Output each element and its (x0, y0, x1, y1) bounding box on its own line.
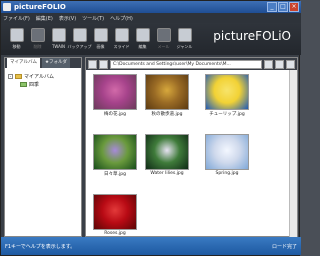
tab-folder[interactable]: ★フォルダ (41, 58, 71, 68)
thumbnail-filename: 梅の花.jpg (104, 112, 126, 117)
window-controls: _ □ × (267, 2, 299, 12)
tool-label: ジャンル (176, 44, 193, 49)
tool-label: 画像 (96, 44, 105, 49)
app-icon (3, 3, 11, 11)
thumbnail-image (145, 134, 189, 170)
tool-image-button[interactable]: 画像 (91, 26, 110, 52)
window-title: pictureFOLIO (14, 3, 66, 11)
slideshow-icon (114, 28, 129, 42)
thumbnail-item[interactable]: Roses.jpg (92, 194, 138, 236)
minimize-icon[interactable]: _ (267, 2, 277, 12)
tool-label: スライド (113, 44, 130, 49)
maximize-icon[interactable]: □ (278, 2, 288, 12)
tree-root-item[interactable]: - マイアルバム (8, 72, 78, 80)
thumbnail-panel: C:\Documents and Settings\user\My Docume… (85, 57, 299, 238)
remove-icon[interactable] (275, 59, 284, 69)
thumbnail-item[interactable]: 梅の花.jpg (92, 74, 138, 117)
status-text: F1キーでヘルプを表示します。 (5, 243, 76, 250)
close-icon[interactable]: × (289, 2, 299, 12)
genre-icon (177, 28, 192, 42)
thumbnail-image (205, 134, 249, 170)
delete-icon (30, 28, 45, 42)
mail-icon (156, 28, 171, 42)
thumbnail-item[interactable]: Spring.jpg (204, 134, 250, 176)
thumbnail-image (93, 134, 137, 170)
thumbnail-toolbar: C:\Documents and Settings\user\My Docume… (86, 58, 297, 70)
settings-icon[interactable] (286, 59, 295, 69)
view-list-icon[interactable] (99, 59, 108, 69)
album-panel: マイアルバム ★フォルダ - マイアルバム 四季 (4, 57, 82, 237)
status-bar: F1キーでヘルプを表示します。 ロード完了 (1, 237, 301, 255)
thumbnail-filename: Water lilies.jpg (150, 171, 184, 176)
tool-label: 編集 (138, 44, 147, 49)
thumbnail-filename: 秋の散歩道.jpg (151, 112, 183, 117)
thumbnail-filename: Roses.jpg (104, 231, 126, 236)
tool-label: 削除 (33, 44, 42, 49)
thumbnail-image (205, 74, 249, 110)
view-grid-icon[interactable] (88, 59, 97, 69)
thumbnail-item[interactable]: チューリップ.jpg (204, 74, 250, 117)
tool-backup-button[interactable]: バックアップ (67, 26, 92, 52)
thumbnail-filename: Spring.jpg (215, 171, 239, 176)
thumbnail-image (93, 194, 137, 230)
title-bar: pictureFOLIO _ □ × (1, 1, 301, 13)
tool-label: 移動 (12, 44, 21, 49)
thumbnail-image (93, 74, 137, 110)
menu-view[interactable]: 表示(V) (59, 15, 76, 22)
app-window: pictureFOLIO _ □ × ファイル(F) 編集(E) 表示(V) ツ… (0, 0, 301, 256)
menu-tools[interactable]: ツール(T) (82, 15, 104, 22)
tab-my-album[interactable]: マイアルバム (7, 58, 40, 68)
status-right: ロード完了 (271, 243, 297, 250)
thumbnail-filename: チューリップ.jpg (209, 112, 245, 117)
edit-icon (135, 28, 150, 42)
tool-label: バックアップ (67, 44, 92, 49)
thumbnail-grid: 梅の花.jpg 秋の散歩道.jpg チューリップ.jpg 日々草.jpg Wat… (86, 70, 299, 238)
tool-slide-button[interactable]: スライド (112, 26, 131, 52)
tree-child-item[interactable]: 四季 (8, 80, 78, 88)
tool-move-button[interactable]: 移動 (7, 26, 26, 52)
menu-help[interactable]: ヘルプ(H) (110, 15, 133, 22)
folder-icon (15, 73, 22, 79)
path-display: C:\Documents and Settings\user\My Docume… (110, 59, 262, 69)
add-icon[interactable] (264, 59, 273, 69)
album-tree: - マイアルバム 四季 (5, 68, 81, 92)
menu-file[interactable]: ファイル(F) (3, 15, 30, 22)
brand-logo: pictureFOLiO (213, 29, 291, 43)
tree-root-label: マイアルバム (24, 73, 54, 80)
collapse-icon[interactable]: - (8, 73, 13, 79)
move-icon (9, 28, 24, 42)
thumbnail-item[interactable]: 秋の散歩道.jpg (144, 74, 190, 117)
menu-bar: ファイル(F) 編集(E) 表示(V) ツール(T) ヘルプ(H) (1, 13, 301, 23)
thumbnail-item[interactable]: Water lilies.jpg (144, 134, 190, 176)
thumbnail-image (145, 74, 189, 110)
tool-edit-button[interactable]: 編集 (133, 26, 152, 52)
scanner-icon (51, 28, 66, 42)
album-tabs: マイアルバム ★フォルダ (5, 58, 81, 68)
tool-genre-button[interactable]: ジャンル (175, 26, 194, 52)
folder-icon (20, 81, 27, 87)
image-icon (93, 28, 108, 42)
tool-delete-button[interactable]: 削除 (28, 26, 47, 52)
tree-child-label: 四季 (29, 81, 40, 88)
thumbnail-item[interactable]: 日々草.jpg (92, 134, 138, 177)
backup-icon (72, 28, 87, 42)
vertical-scrollbar[interactable] (289, 70, 297, 238)
tool-mail-button[interactable]: メール (154, 26, 173, 52)
tool-twain-button[interactable]: TWAIN (49, 26, 68, 52)
tool-label: TWAIN (51, 44, 66, 49)
tool-label: メール (157, 44, 170, 49)
thumbnail-filename: 日々草.jpg (104, 172, 126, 177)
menu-edit[interactable]: 編集(E) (36, 15, 53, 22)
